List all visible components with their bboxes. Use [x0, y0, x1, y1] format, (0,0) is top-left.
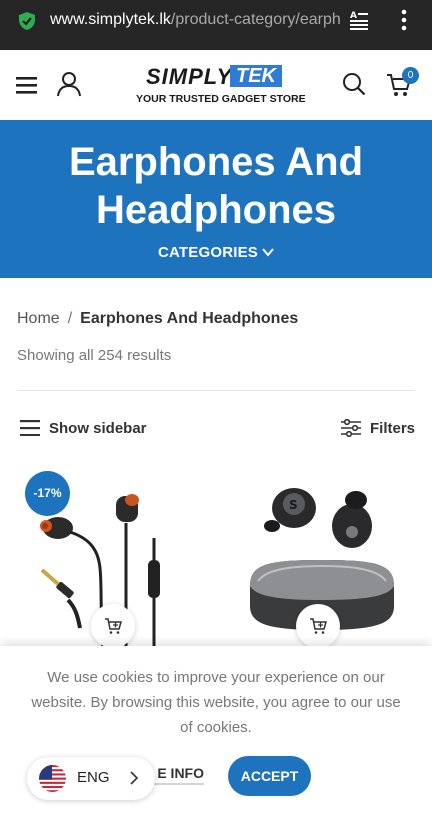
- secure-shield-icon: [19, 12, 35, 30]
- reader-mode-icon[interactable]: A: [348, 9, 370, 31]
- result-count: Showing all 254 results: [17, 347, 172, 364]
- cart-count-badge: 0: [402, 67, 419, 84]
- breadcrumb-separator: /: [67, 310, 73, 327]
- product-card[interactable]: -17%: [18, 468, 208, 658]
- svg-text:A: A: [350, 11, 357, 21]
- chevron-right-icon: [130, 771, 139, 785]
- url-path: /product-category/earphor: [170, 11, 340, 28]
- show-sidebar-button[interactable]: Show sidebar: [20, 418, 147, 438]
- accept-cookies-button[interactable]: ACCEPT: [228, 756, 311, 796]
- filter-sliders-icon: [341, 419, 361, 437]
- add-to-cart-button[interactable]: [296, 604, 340, 648]
- svg-text:S: S: [289, 498, 298, 512]
- sale-badge: -17%: [25, 471, 70, 516]
- add-to-cart-icon: [310, 618, 327, 634]
- add-to-cart-icon: [105, 618, 122, 634]
- categories-label: CATEGORIES: [157, 244, 259, 261]
- breadcrumb: Home / Earphones And Headphones: [17, 310, 298, 328]
- browser-url-bar: www.simplytek.lk/product-category/earpho…: [0, 0, 432, 50]
- language-code: ENG: [77, 769, 110, 786]
- show-sidebar-label: Show sidebar: [49, 419, 147, 437]
- filters-label: Filters: [370, 419, 416, 437]
- page-title: Earphones And Headphones: [68, 140, 364, 232]
- breadcrumb-home-link[interactable]: Home: [17, 310, 60, 327]
- site-logo[interactable]: SIMPLY TEK YOUR TRUSTED GADGET STORE: [136, 64, 306, 108]
- category-banner: Earphones And Headphones CATEGORIES: [0, 120, 432, 278]
- cookie-message: We use cookies to improve your experienc…: [31, 669, 401, 736]
- site-header: SIMPLY TEK YOUR TRUSTED GADGET STORE 0: [0, 50, 432, 120]
- breadcrumb-current: Earphones And Headphones: [80, 310, 299, 327]
- logo-tek-text: TEK: [230, 65, 282, 87]
- url-text[interactable]: www.simplytek.lk/product-category/earpho…: [50, 10, 340, 30]
- logo-tagline: YOUR TRUSTED GADGET STORE: [136, 93, 306, 105]
- sidebar-menu-icon: [20, 420, 40, 436]
- url-domain: www.simplytek.lk: [50, 11, 171, 28]
- chevron-down-icon: [262, 248, 274, 257]
- add-to-cart-button[interactable]: [91, 604, 135, 648]
- logo-simply-text: SIMPLY: [146, 64, 233, 89]
- search-icon[interactable]: [342, 72, 366, 96]
- account-icon[interactable]: [56, 71, 82, 97]
- menu-icon[interactable]: [16, 77, 37, 94]
- us-flag-icon: [39, 765, 66, 792]
- browser-menu-icon[interactable]: [396, 8, 412, 32]
- product-card[interactable]: S: [228, 468, 418, 658]
- language-switcher[interactable]: ENG: [27, 757, 155, 800]
- divider: [17, 390, 415, 391]
- categories-toggle[interactable]: CATEGORIES: [0, 244, 432, 261]
- filters-button[interactable]: Filters: [341, 418, 415, 438]
